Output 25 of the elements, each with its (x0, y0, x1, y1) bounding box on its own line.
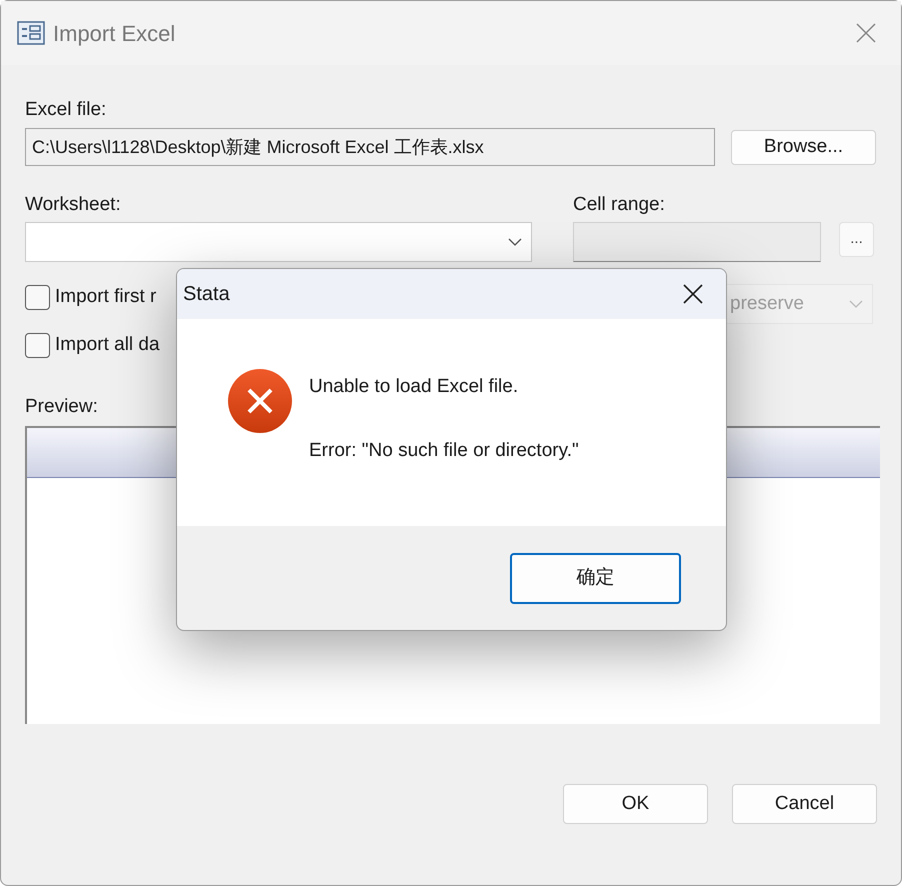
error-message: Unable to load Excel file. (309, 375, 520, 399)
field-label: Preview: (25, 396, 99, 418)
browse-button[interactable]: Browse... (731, 130, 876, 164)
chevron-icon (848, 299, 864, 309)
field-label: Worksheet: (25, 194, 122, 216)
window-app-icon (17, 21, 45, 45)
cell-range-field[interactable] (573, 222, 821, 262)
field-label: Excel file: (25, 99, 108, 121)
dialog-title: Stata (183, 282, 230, 307)
dialog-button[interactable]: OK (563, 784, 708, 824)
range-picker-button[interactable]: ... (839, 222, 874, 257)
error-detail: Error: "No such file or directory." (309, 439, 579, 463)
dialog-button[interactable]: Cancel (732, 784, 877, 824)
checkbox[interactable] (25, 332, 50, 358)
close-icon (855, 22, 877, 44)
field-label: Cell range: (573, 194, 666, 216)
confirm-button[interactable]: 确定 (510, 552, 681, 604)
error-icon (227, 368, 293, 434)
checkbox-label: Import first r (55, 284, 156, 309)
window-title: Import Excel (53, 20, 176, 48)
chevron-icon (507, 237, 523, 247)
file-path-field[interactable]: C:\Users\l1128\Desktop\新建 Microsoft Excel 工作表.xlsx (25, 128, 715, 166)
close-icon (682, 283, 704, 305)
checkbox[interactable] (25, 284, 50, 310)
checkbox-label: Import all da (55, 332, 160, 357)
